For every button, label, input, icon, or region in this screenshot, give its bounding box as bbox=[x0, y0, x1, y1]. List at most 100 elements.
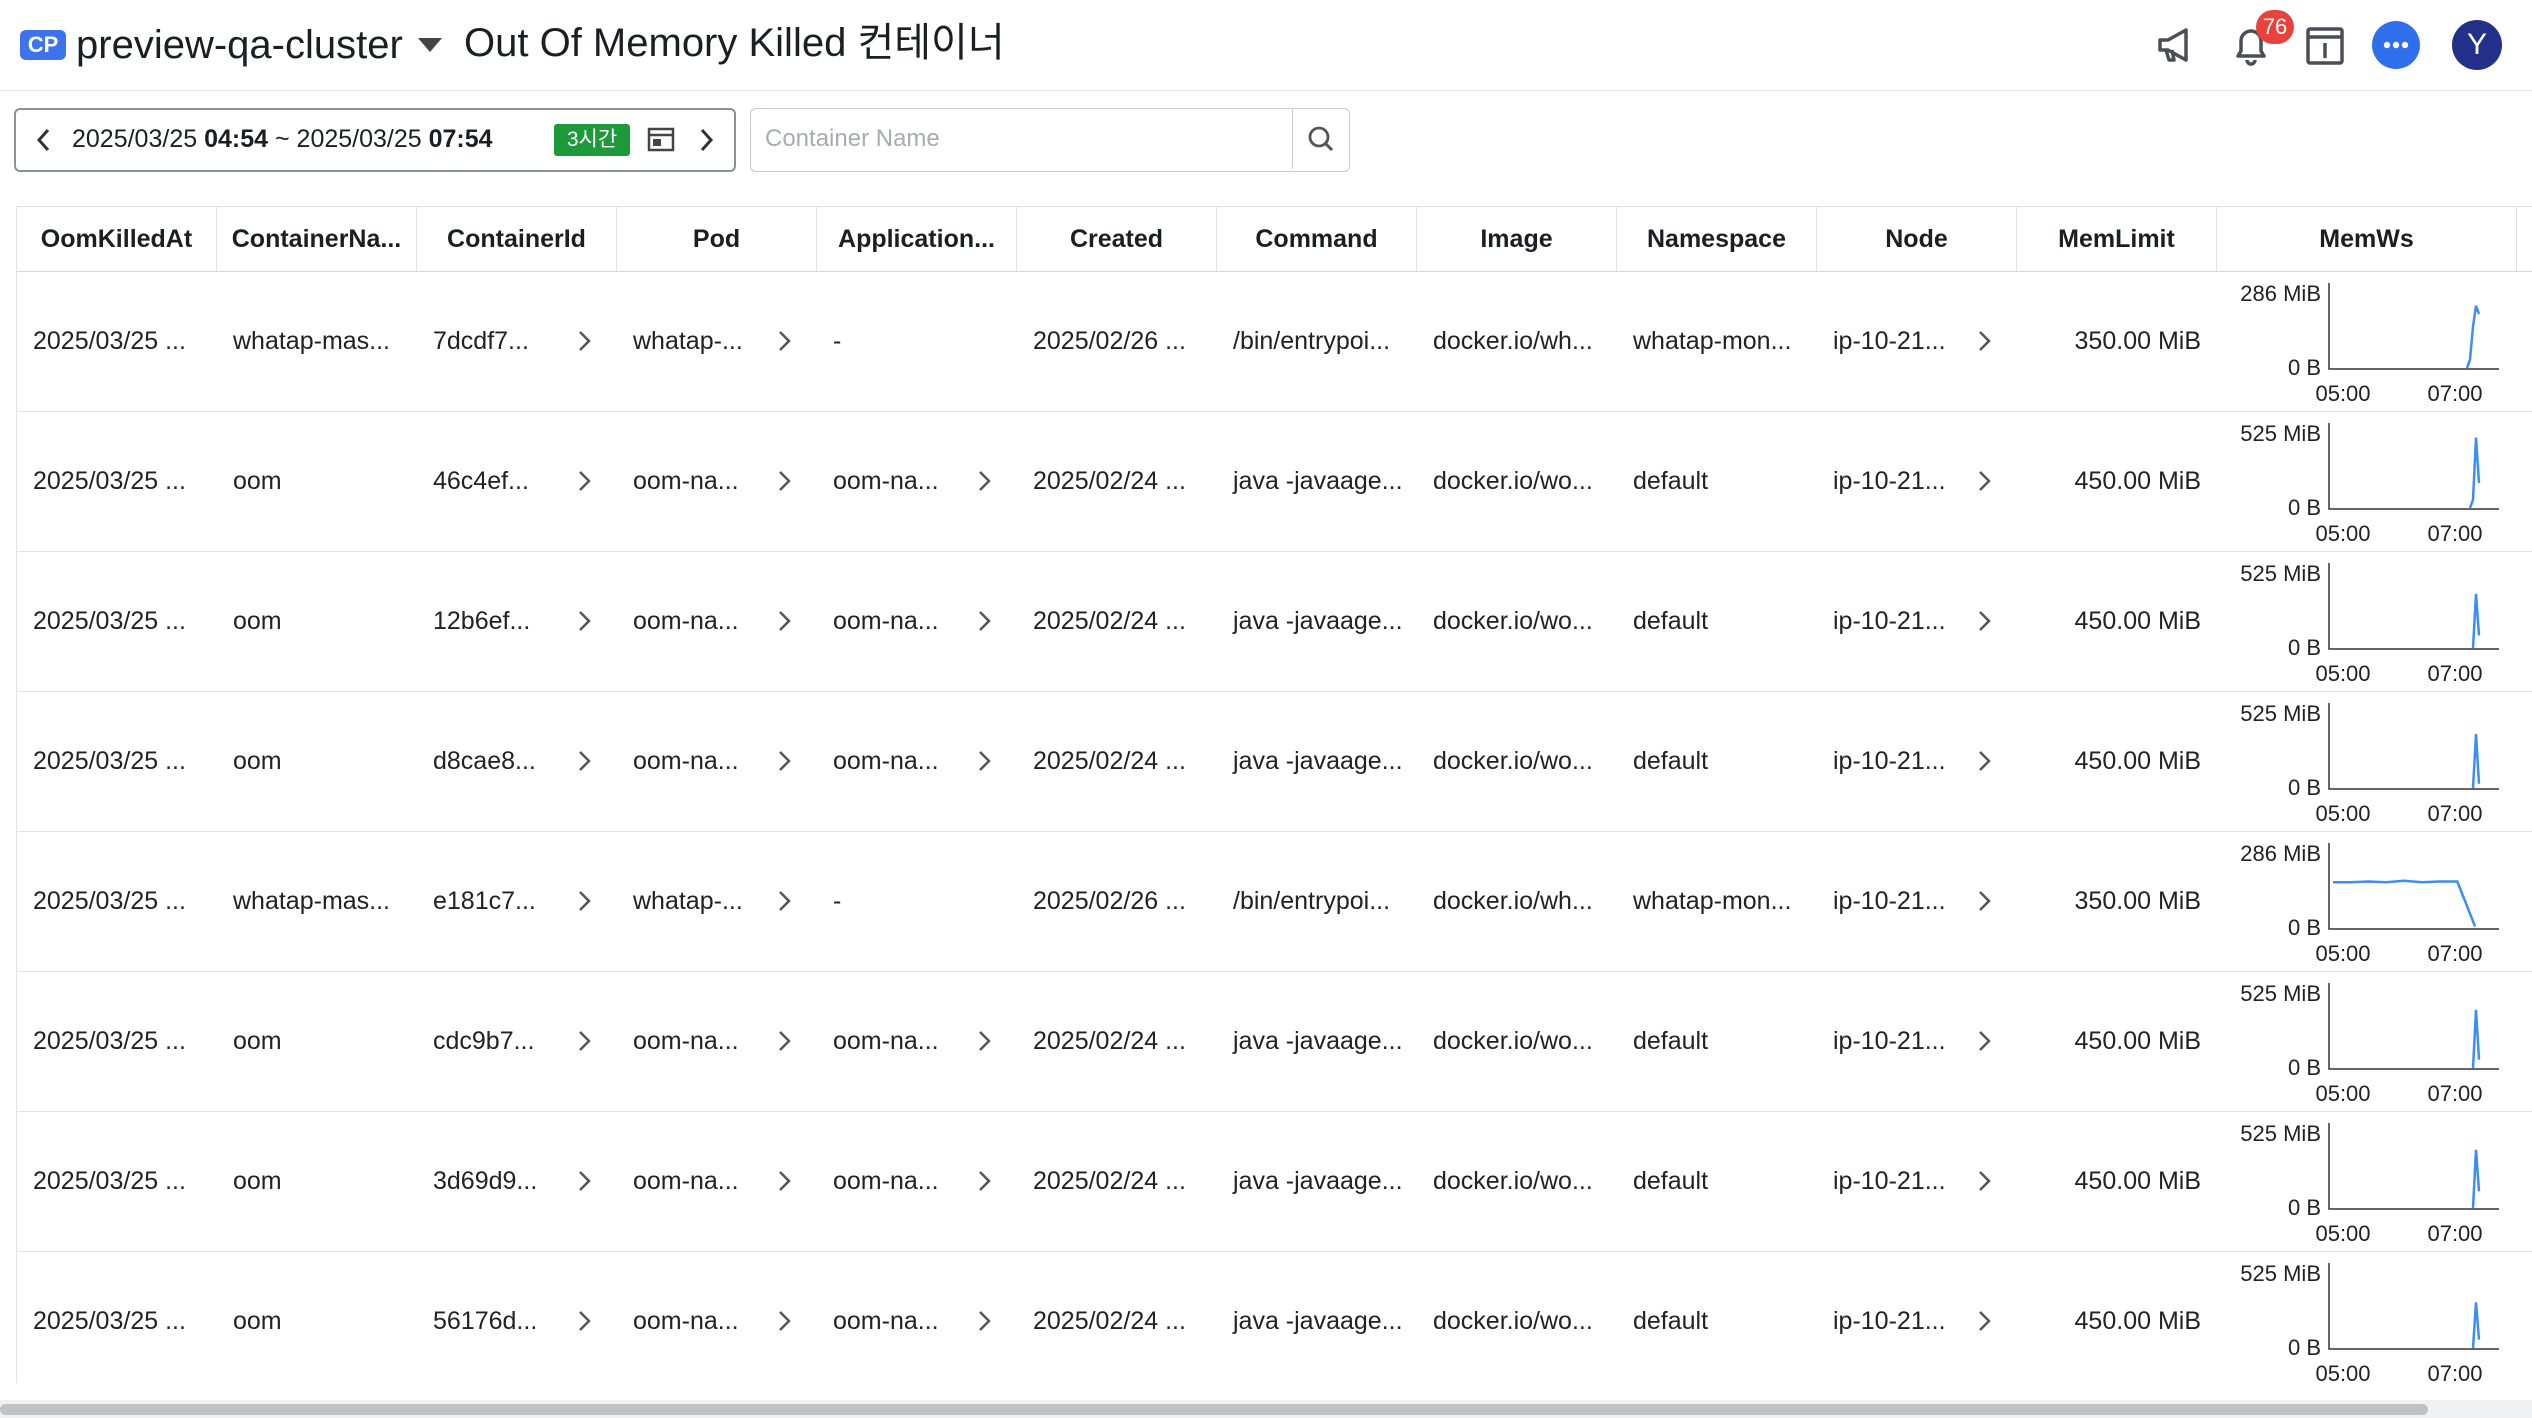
memws-sparkline: 286 MiB 0 B05:00 07:00 bbox=[2240, 281, 2499, 406]
column-header[interactable]: Pod bbox=[617, 207, 817, 271]
table-row[interactable]: 2025/03/25 ... whatap-mas... 7dcdf7... what… bbox=[17, 271, 2532, 412]
chat-icon[interactable] bbox=[2372, 21, 2420, 69]
horizontal-scrollbar-thumb[interactable] bbox=[0, 1404, 2428, 1415]
command-cell: java -javaage... bbox=[1233, 1167, 1403, 1195]
container-name-search-input[interactable] bbox=[765, 109, 1305, 169]
table-row[interactable]: 2025/03/25 ... oom cdc9b7... oom-na... oom-n… bbox=[17, 971, 2532, 1112]
oom-killed-at-cell: 2025/03/25 ... bbox=[33, 327, 186, 355]
horizontal-scrollbar[interactable] bbox=[0, 1400, 2532, 1418]
container-search bbox=[750, 108, 1350, 172]
chevron-right-icon[interactable] bbox=[577, 1309, 593, 1333]
chevron-right-icon[interactable] bbox=[777, 329, 793, 353]
column-header[interactable]: Command bbox=[1217, 207, 1417, 271]
memws-sparkline: 525 MiB 0 B05:00 07:00 bbox=[2240, 1121, 2499, 1246]
chevron-right-icon[interactable] bbox=[577, 889, 593, 913]
chevron-right-icon[interactable] bbox=[1977, 469, 1993, 493]
memws-y-min-label: 0 B bbox=[2288, 635, 2321, 660]
chevron-right-icon[interactable] bbox=[777, 1029, 793, 1053]
chevron-right-icon[interactable] bbox=[977, 469, 993, 493]
chevron-right-icon[interactable] bbox=[1977, 889, 1993, 913]
range-duration-chip[interactable]: 3시간 bbox=[554, 124, 630, 156]
chevron-right-icon[interactable] bbox=[777, 469, 793, 493]
command-cell: java -javaage... bbox=[1233, 467, 1403, 495]
command-cell: java -javaage... bbox=[1233, 1027, 1403, 1055]
chevron-left-icon[interactable] bbox=[32, 126, 56, 154]
chevron-right-icon[interactable] bbox=[1977, 1029, 1993, 1053]
column-header[interactable]: Application... bbox=[817, 207, 1017, 271]
memws-x-tick-label: 07:00 bbox=[2427, 381, 2482, 406]
column-header[interactable]: MemLimit bbox=[2017, 207, 2217, 271]
application-cell: oom-na... bbox=[833, 1167, 939, 1195]
chevron-right-icon[interactable] bbox=[577, 749, 593, 773]
date-range-picker[interactable]: 2025/03/25 04:54 ~ 2025/03/25 07:54 3시간 bbox=[14, 108, 736, 172]
pod-cell: whatap-... bbox=[633, 327, 743, 355]
chevron-right-icon[interactable] bbox=[577, 469, 593, 493]
table-row[interactable]: 2025/03/25 ... oom 3d69d9... oom-na... oom-n… bbox=[17, 1111, 2532, 1252]
chevron-right-icon[interactable] bbox=[777, 749, 793, 773]
image-cell: docker.io/wh... bbox=[1433, 327, 1593, 355]
table-row[interactable]: 2025/03/25 ... oom 46c4ef... oom-na... oom-n… bbox=[17, 411, 2532, 552]
image-cell: docker.io/wh... bbox=[1433, 887, 1593, 915]
memws-sparkline: 286 MiB 0 B05:00 07:00 bbox=[2240, 841, 2499, 966]
memws-y-min-label: 0 B bbox=[2288, 495, 2321, 520]
start-date: 2025/03/25 bbox=[72, 125, 198, 153]
search-button[interactable] bbox=[1292, 109, 1349, 169]
column-header[interactable]: ContainerId bbox=[417, 207, 617, 271]
created-cell: 2025/02/24 ... bbox=[1033, 747, 1186, 775]
chevron-right-icon[interactable] bbox=[1977, 329, 1993, 353]
memws-sparkline: 525 MiB 0 B05:00 07:00 bbox=[2240, 561, 2499, 686]
chevron-right-icon[interactable] bbox=[577, 329, 593, 353]
column-header[interactable]: Node bbox=[1817, 207, 2017, 271]
chevron-right-icon[interactable] bbox=[777, 609, 793, 633]
column-header[interactable]: Namespace bbox=[1617, 207, 1817, 271]
chevron-right-icon[interactable] bbox=[694, 126, 718, 154]
memws-sparkline: 525 MiB 0 B05:00 07:00 bbox=[2240, 1261, 2499, 1383]
table-row[interactable]: 2025/03/25 ... whatap-mas... e181c7... what… bbox=[17, 831, 2532, 972]
chevron-right-icon[interactable] bbox=[977, 1029, 993, 1053]
cluster-dropdown-caret-icon[interactable] bbox=[418, 38, 442, 52]
column-header[interactable]: OomKilledAt bbox=[17, 207, 217, 271]
memws-series-line bbox=[2468, 437, 2481, 509]
oom-killed-at-cell: 2025/03/25 ... bbox=[33, 1307, 186, 1335]
table-row[interactable]: 2025/03/25 ... oom 56176d... oom-na... oom-n… bbox=[17, 1251, 2532, 1383]
user-avatar[interactable]: Y bbox=[2452, 20, 2502, 70]
range-separator: ~ bbox=[274, 125, 290, 153]
memws-sparkline: 525 MiB 0 B05:00 07:00 bbox=[2240, 421, 2499, 546]
chevron-right-icon[interactable] bbox=[577, 1029, 593, 1053]
chevron-right-icon[interactable] bbox=[577, 1169, 593, 1193]
node-cell: ip-10-21... bbox=[1833, 467, 1946, 495]
column-header[interactable]: Image bbox=[1417, 207, 1617, 271]
chevron-right-icon[interactable] bbox=[977, 609, 993, 633]
memws-series-line bbox=[2471, 1149, 2481, 1209]
chevron-right-icon[interactable] bbox=[977, 1309, 993, 1333]
megaphone-icon[interactable] bbox=[2150, 18, 2204, 72]
column-header[interactable]: MemWs bbox=[2217, 207, 2517, 271]
chevron-right-icon[interactable] bbox=[977, 749, 993, 773]
calendar-icon[interactable] bbox=[646, 124, 676, 154]
chevron-right-icon[interactable] bbox=[977, 1169, 993, 1193]
container-id-cell: 3d69d9... bbox=[433, 1167, 538, 1195]
chevron-right-icon[interactable] bbox=[1977, 1169, 1993, 1193]
chevron-right-icon[interactable] bbox=[577, 609, 593, 633]
memws-y-min-label: 0 B bbox=[2288, 915, 2321, 940]
table-row[interactable]: 2025/03/25 ... oom 12b6ef... oom-na... oom-n… bbox=[17, 551, 2532, 692]
column-header[interactable]: ContainerNa... bbox=[217, 207, 417, 271]
cluster-name[interactable]: preview-qa-cluster bbox=[76, 18, 403, 72]
cluster-type-badge: CP bbox=[20, 30, 66, 60]
chevron-right-icon[interactable] bbox=[1977, 1309, 1993, 1333]
chevron-right-icon[interactable] bbox=[777, 889, 793, 913]
created-cell: 2025/02/26 ... bbox=[1033, 887, 1186, 915]
memws-y-max-label: 525 MiB bbox=[2240, 1261, 2321, 1286]
container-id-cell: 7dcdf7... bbox=[433, 327, 529, 355]
chevron-right-icon[interactable] bbox=[1977, 749, 1993, 773]
info-panel-icon[interactable] bbox=[2298, 18, 2352, 72]
chevron-right-icon[interactable] bbox=[1977, 609, 1993, 633]
notification-count-badge: 76 bbox=[2256, 10, 2294, 44]
toolbar: 2025/03/25 04:54 ~ 2025/03/25 07:54 3시간 bbox=[0, 91, 2532, 189]
chevron-right-icon[interactable] bbox=[777, 1309, 793, 1333]
column-header[interactable]: Created bbox=[1017, 207, 1217, 271]
table-row[interactable]: 2025/03/25 ... oom d8cae8... oom-na... oom-n… bbox=[17, 691, 2532, 832]
chevron-right-icon[interactable] bbox=[777, 1169, 793, 1193]
pod-cell: oom-na... bbox=[633, 1307, 739, 1335]
namespace-cell: default bbox=[1633, 1307, 1709, 1335]
